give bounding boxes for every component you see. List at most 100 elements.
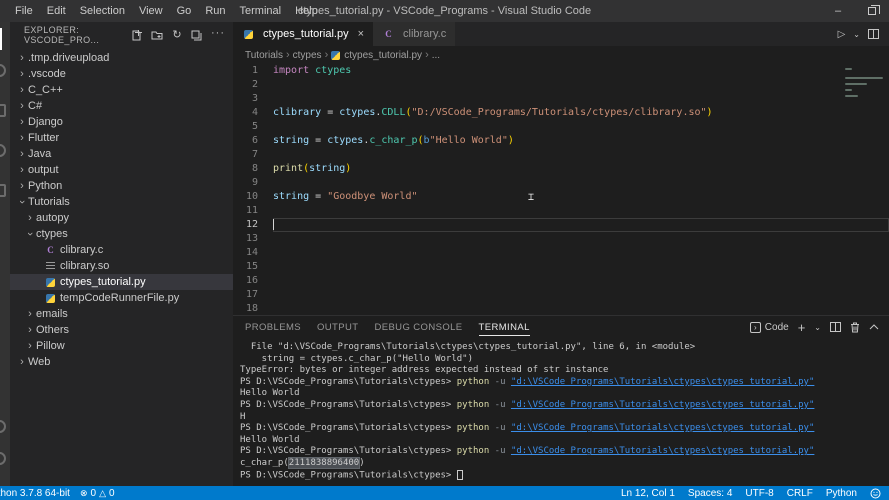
tree-item-emails[interactable]: › emails	[10, 306, 233, 322]
code-line[interactable]: 8 print(string)	[233, 162, 889, 176]
menu-help[interactable]: Help	[288, 5, 325, 17]
tree-item-output[interactable]: › output	[10, 162, 233, 178]
workbench: EXPLORER: VSCODE_PRO... ↻ ··· › .tmp.driv…	[0, 22, 889, 486]
tree-item-tutorials[interactable]: › Tutorials	[10, 194, 233, 210]
new-file-icon[interactable]	[131, 29, 143, 41]
terminal-icon: ›	[749, 321, 761, 333]
tree-item-pillow[interactable]: › Pillow	[10, 338, 233, 354]
terminal-file-link[interactable]: "d:\VSCode_Programs\Tutorials\ctypes\cty…	[511, 400, 814, 410]
minimize-button[interactable]: –	[821, 0, 855, 22]
tab-clibrary-c[interactable]: Cclibrary.c	[373, 22, 457, 46]
tree-item-clibrary-so[interactable]: clibrary.so	[10, 258, 233, 274]
split-terminal-icon[interactable]	[830, 322, 841, 332]
close-tab-icon[interactable]: ×	[358, 28, 364, 40]
line-number: 11	[245, 205, 258, 216]
terminal-output[interactable]: File "d:\VSCode_Programs\Tutorials\ctype…	[233, 338, 889, 486]
code-line[interactable]: 10 string = "Goodbye World"	[233, 190, 889, 204]
code-line[interactable]: 6 string = ctypes.c_char_p(b"Hello World"…	[233, 134, 889, 148]
code-line[interactable]: 18	[233, 302, 889, 315]
tree-item-ctypes[interactable]: › ctypes	[10, 226, 233, 242]
code-line[interactable]: 1 import ctypes	[233, 64, 889, 78]
source-control-icon[interactable]	[0, 104, 6, 117]
code-line[interactable]: 16	[233, 274, 889, 288]
split-editor-icon[interactable]	[868, 29, 879, 39]
breadcrumb-label: ctypes_tutorial.py	[344, 49, 423, 61]
breadcrumb-item-tutorials[interactable]: Tutorials	[245, 50, 283, 61]
code-line[interactable]: 17	[233, 288, 889, 302]
tree-item-c-c[interactable]: › C_C++	[10, 82, 233, 98]
terminal-dropdown-chevron-icon[interactable]: ⌄	[814, 323, 821, 332]
code-line[interactable]: 5	[233, 120, 889, 134]
code-line[interactable]: 4 clibrary = ctypes.CDLL("D:/VSCode_Progr…	[233, 106, 889, 120]
panel-tab-debug-console[interactable]: DEBUG CONSOLE	[374, 319, 462, 335]
tree-item-ctypes-tutorial-py[interactable]: ctypes_tutorial.py	[10, 274, 233, 290]
panel-tab-problems[interactable]: PROBLEMS	[245, 319, 301, 335]
minimap[interactable]	[845, 68, 883, 122]
encoding-indicator[interactable]: UTF-8	[745, 488, 773, 499]
python-version-indicator[interactable]: Python 3.7.8 64-bit	[0, 488, 70, 499]
breadcrumb-item-ctypes[interactable]: ctypes	[293, 50, 322, 61]
line-number: 12	[245, 219, 258, 230]
tree-item-clibrary-c[interactable]: Cclibrary.c	[10, 242, 233, 258]
panel-tab-terminal[interactable]: TERMINAL	[478, 319, 530, 336]
menu-view[interactable]: View	[132, 5, 170, 17]
tab-ctypes-tutorial-py[interactable]: ctypes_tutorial.py ×	[233, 22, 374, 46]
language-indicator[interactable]: Python	[826, 488, 857, 499]
code-line[interactable]: 15	[233, 260, 889, 274]
panel-tab-output[interactable]: OUTPUT	[317, 319, 358, 335]
menu-go[interactable]: Go	[170, 5, 199, 17]
tree-item-vscode[interactable]: › .vscode	[10, 66, 233, 82]
indent-indicator[interactable]: Spaces: 4	[688, 488, 732, 499]
menu-terminal[interactable]: Terminal	[233, 5, 289, 17]
code-line[interactable]: 14	[233, 246, 889, 260]
menu-selection[interactable]: Selection	[73, 5, 132, 17]
run-python-file-icon[interactable]: ▷	[838, 29, 846, 40]
code-editor[interactable]: 1 import ctypes 2 3 4 clibrary = ctypes.CDLL(…	[233, 64, 889, 315]
kill-terminal-icon[interactable]	[850, 322, 860, 333]
tree-item-java[interactable]: › Java	[10, 146, 233, 162]
tree-item-web[interactable]: › Web	[10, 354, 233, 370]
code-line[interactable]: 13	[233, 232, 889, 246]
tree-item-flutter[interactable]: › Flutter	[10, 130, 233, 146]
new-terminal-icon[interactable]: +	[798, 320, 806, 335]
breadcrumb-item-[interactable]: ...	[432, 50, 440, 61]
line-number: 10	[245, 191, 258, 202]
code-line[interactable]: 12	[233, 218, 889, 232]
terminal-shell-picker[interactable]: › Code	[749, 321, 789, 333]
more-actions-icon[interactable]: ···	[211, 27, 225, 39]
account-icon[interactable]	[0, 420, 6, 433]
search-icon[interactable]	[0, 64, 6, 77]
run-dropdown-chevron-icon[interactable]: ⌄	[853, 30, 860, 39]
extensions-icon[interactable]	[0, 184, 6, 197]
new-folder-icon[interactable]	[151, 30, 163, 41]
tree-item-c[interactable]: › C#	[10, 98, 233, 114]
menu-edit[interactable]: Edit	[40, 5, 73, 17]
settings-gear-icon[interactable]	[0, 452, 6, 465]
tree-item-others[interactable]: › Others	[10, 322, 233, 338]
code-line[interactable]: 9	[233, 176, 889, 190]
collapse-folders-icon[interactable]	[191, 30, 202, 41]
tree-item-autopy[interactable]: › autopy	[10, 210, 233, 226]
run-debug-icon[interactable]	[0, 144, 6, 157]
breadcrumb-item-ctypes-tutorial-py[interactable]: ctypes_tutorial.py	[331, 50, 422, 61]
code-line[interactable]: 7	[233, 148, 889, 162]
terminal-file-link[interactable]: "d:\VSCode_Programs\Tutorials\ctypes\cty…	[511, 377, 814, 387]
menu-file[interactable]: File	[8, 5, 40, 17]
eol-indicator[interactable]: CRLF	[787, 488, 813, 499]
line-col-indicator[interactable]: Ln 12, Col 1	[621, 488, 675, 499]
tree-item-tmp-driveupload[interactable]: › .tmp.driveupload	[10, 50, 233, 66]
code-line[interactable]: 2	[233, 78, 889, 92]
menu-run[interactable]: Run	[198, 5, 232, 17]
tree-item-python[interactable]: › Python	[10, 178, 233, 194]
refresh-explorer-icon[interactable]: ↻	[172, 29, 182, 41]
tree-item-django[interactable]: › Django	[10, 114, 233, 130]
maximize-panel-icon[interactable]	[869, 324, 879, 330]
tree-item-tempcoderunnerfile-py[interactable]: tempCodeRunnerFile.py	[10, 290, 233, 306]
terminal-file-link[interactable]: "d:\VSCode_Programs\Tutorials\ctypes\cty…	[511, 423, 814, 433]
code-line[interactable]: 3	[233, 92, 889, 106]
problems-indicator[interactable]: ⊗ 0 △ 0	[80, 488, 115, 499]
terminal-file-link[interactable]: "d:\VSCode_Programs\Tutorials\ctypes\cty…	[511, 446, 814, 456]
restore-button[interactable]	[855, 0, 889, 22]
feedback-icon[interactable]	[870, 488, 881, 499]
code-line[interactable]: 11	[233, 204, 889, 218]
